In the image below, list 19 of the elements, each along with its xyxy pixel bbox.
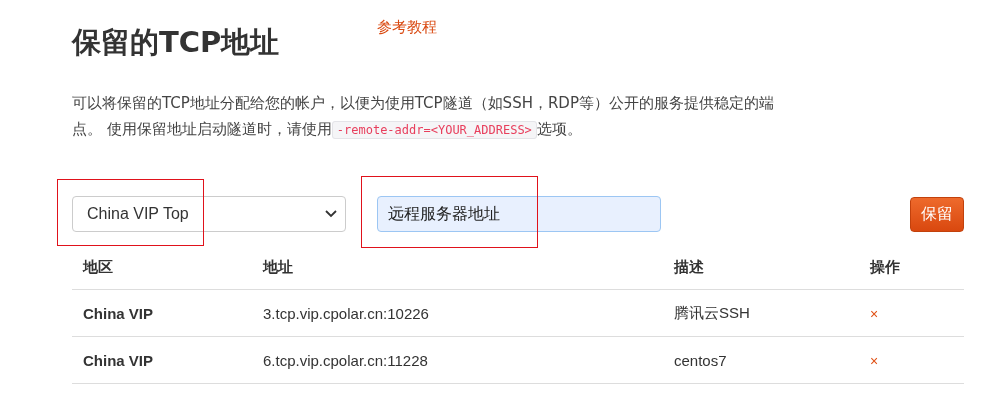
table-cell: China VIP	[72, 289, 252, 337]
reserve-button[interactable]: 保留	[910, 196, 964, 232]
table-cell: centos7	[663, 336, 859, 384]
delete-button[interactable]: ×	[870, 305, 879, 322]
description-text: 可以将保留的TCP地址分配给您的帐户，以便为使用TCP隧道（如SSH，RDP等）公开的服务提供稳定的端点。 使用保留地址启动隧道时，请使用 -remote-addr=<YOUR_ADDRESS> 选项。	[72, 93, 775, 141]
tutorial-link[interactable]: 参考教程	[377, 18, 438, 37]
delete-button[interactable]: ×	[870, 352, 879, 369]
region-select[interactable]: China VIP Top	[72, 196, 346, 232]
column-header: 描述	[663, 245, 859, 290]
column-header: 地区	[72, 245, 252, 290]
table-cell: 3.tcp.vip.cpolar.cn:10226	[252, 289, 663, 337]
table-cell: 腾讯云SSH	[663, 289, 859, 337]
page-title: 保留的TCP地址	[72, 24, 280, 61]
chevron-down-icon	[325, 210, 337, 218]
column-header: 操作	[859, 245, 964, 290]
table-cell: China VIP	[72, 336, 252, 384]
table-cell: 6.tcp.vip.cpolar.cn:11228	[252, 336, 663, 384]
column-header: 地址	[252, 245, 663, 290]
description-input[interactable]: 远程服务器地址	[377, 196, 661, 232]
